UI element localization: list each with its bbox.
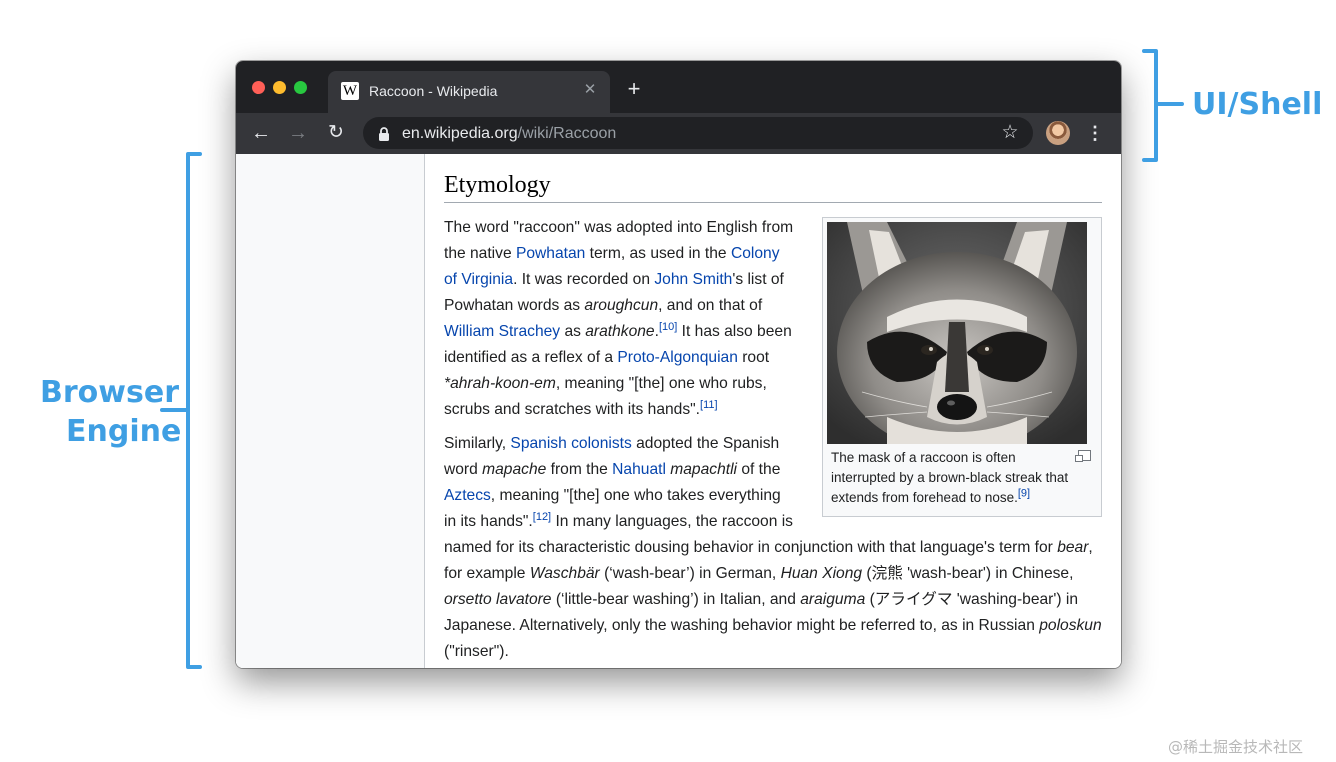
text-run: as	[560, 323, 586, 340]
tab-strip: W Raccoon - Wikipedia ✕ +	[236, 61, 1121, 113]
url-text: en.wikipedia.org/wiki/Raccoon	[402, 125, 616, 143]
text-run: Similarly,	[444, 435, 511, 452]
ui-shell-label: UI/Shell	[1192, 87, 1323, 122]
article-link[interactable]: Spanish colonists	[510, 435, 631, 452]
citation-link[interactable]: [12]	[533, 511, 551, 523]
minimize-window-button[interactable]	[273, 81, 286, 94]
italic-term: Waschbär	[529, 565, 600, 582]
text-run: root	[737, 349, 770, 366]
text-run: from the	[546, 461, 613, 478]
tab-raccoon-wikipedia[interactable]: W Raccoon - Wikipedia ✕	[328, 71, 610, 113]
text-run: (‘little-bear washing’) in Italian, and	[551, 591, 801, 608]
browser-engine-label-line1: Browser	[40, 375, 179, 410]
enlarge-icon[interactable]	[1075, 450, 1091, 462]
article-link[interactable]: John Smith	[654, 271, 732, 288]
tab-title: Raccoon - Wikipedia	[369, 83, 498, 99]
citation-link[interactable]: [10]	[659, 321, 677, 333]
text-run: (‘wash-bear’) in German,	[599, 565, 781, 582]
profile-avatar[interactable]	[1046, 121, 1070, 145]
wikipedia-sidebar	[236, 154, 425, 668]
italic-term: araiguma	[800, 591, 866, 608]
italic-term: mapache	[482, 461, 547, 478]
italic-term: arathkone	[585, 323, 655, 340]
italic-term: poloskun	[1039, 617, 1102, 634]
figure-caption: The mask of a raccoon is often interrupt…	[827, 444, 1097, 512]
text-run: , and on that of	[658, 297, 763, 314]
page-viewport: Etymology The mask of a raccoon is often…	[236, 154, 1121, 668]
shell-bracket	[1142, 49, 1184, 162]
article-link[interactable]: William Strachey	[444, 323, 560, 340]
raccoon-photo[interactable]	[827, 222, 1087, 444]
article-link[interactable]: Nahuatl	[612, 461, 666, 478]
italic-term: Huan Xiong	[780, 565, 863, 582]
url-host: en.wikipedia.org	[402, 125, 518, 142]
text-run: of the	[737, 461, 781, 478]
wikipedia-favicon-icon: W	[341, 82, 359, 100]
section-heading: Etymology	[444, 170, 1102, 203]
lock-icon	[379, 127, 389, 141]
article-link[interactable]: Proto-Algonquian	[617, 349, 738, 366]
back-arrow-icon[interactable]: ←	[249, 121, 273, 145]
italic-term: orsetto lavatore	[444, 591, 552, 608]
forward-arrow-icon[interactable]: →	[286, 121, 310, 145]
watermark: @稀土掘金技术社区	[1168, 738, 1304, 756]
url-path: /wiki/Raccoon	[517, 125, 617, 142]
article-link[interactable]: Aztecs	[444, 487, 491, 504]
reload-icon[interactable]: ↻	[324, 121, 348, 145]
address-bar[interactable]: en.wikipedia.org/wiki/Raccoon ☆	[363, 117, 1033, 149]
text-run: (浣熊 'wash-bear') in Chinese,	[862, 565, 1074, 582]
new-tab-button[interactable]: +	[622, 77, 646, 101]
close-window-button[interactable]	[252, 81, 265, 94]
citation-link[interactable]: [11]	[700, 399, 718, 411]
bookmark-star-icon[interactable]: ☆	[999, 122, 1021, 144]
italic-term: mapachtli	[670, 461, 738, 478]
italic-term: bear	[1057, 539, 1089, 556]
figure-thumbnail: The mask of a raccoon is often interrupt…	[822, 217, 1102, 517]
italic-term: aroughcun	[584, 297, 659, 314]
caption-citation-link[interactable]: [9]	[1018, 488, 1030, 500]
browser-menu-icon[interactable]: ⋮	[1086, 121, 1104, 145]
article-content: Etymology The mask of a raccoon is often…	[444, 154, 1102, 668]
text-run: . It was recorded on	[513, 271, 655, 288]
browser-toolbar: ← → ↻ en.wikipedia.org/wiki/Raccoon ☆ ⋮	[236, 113, 1121, 154]
tab-close-icon[interactable]: ✕	[580, 80, 600, 100]
text-run: term, as used in the	[585, 245, 731, 262]
italic-term: *ahrah-koon-em	[444, 375, 556, 392]
text-run: ("rinser").	[444, 643, 509, 660]
article-link[interactable]: Powhatan	[516, 245, 585, 262]
browser-window: W Raccoon - Wikipedia ✕ + ← → ↻ en.wikip…	[236, 61, 1121, 668]
browser-engine-label-line2: Engine	[66, 414, 182, 449]
caption-text: The mask of a raccoon is often interrupt…	[831, 450, 1069, 505]
maximize-window-button[interactable]	[294, 81, 307, 94]
